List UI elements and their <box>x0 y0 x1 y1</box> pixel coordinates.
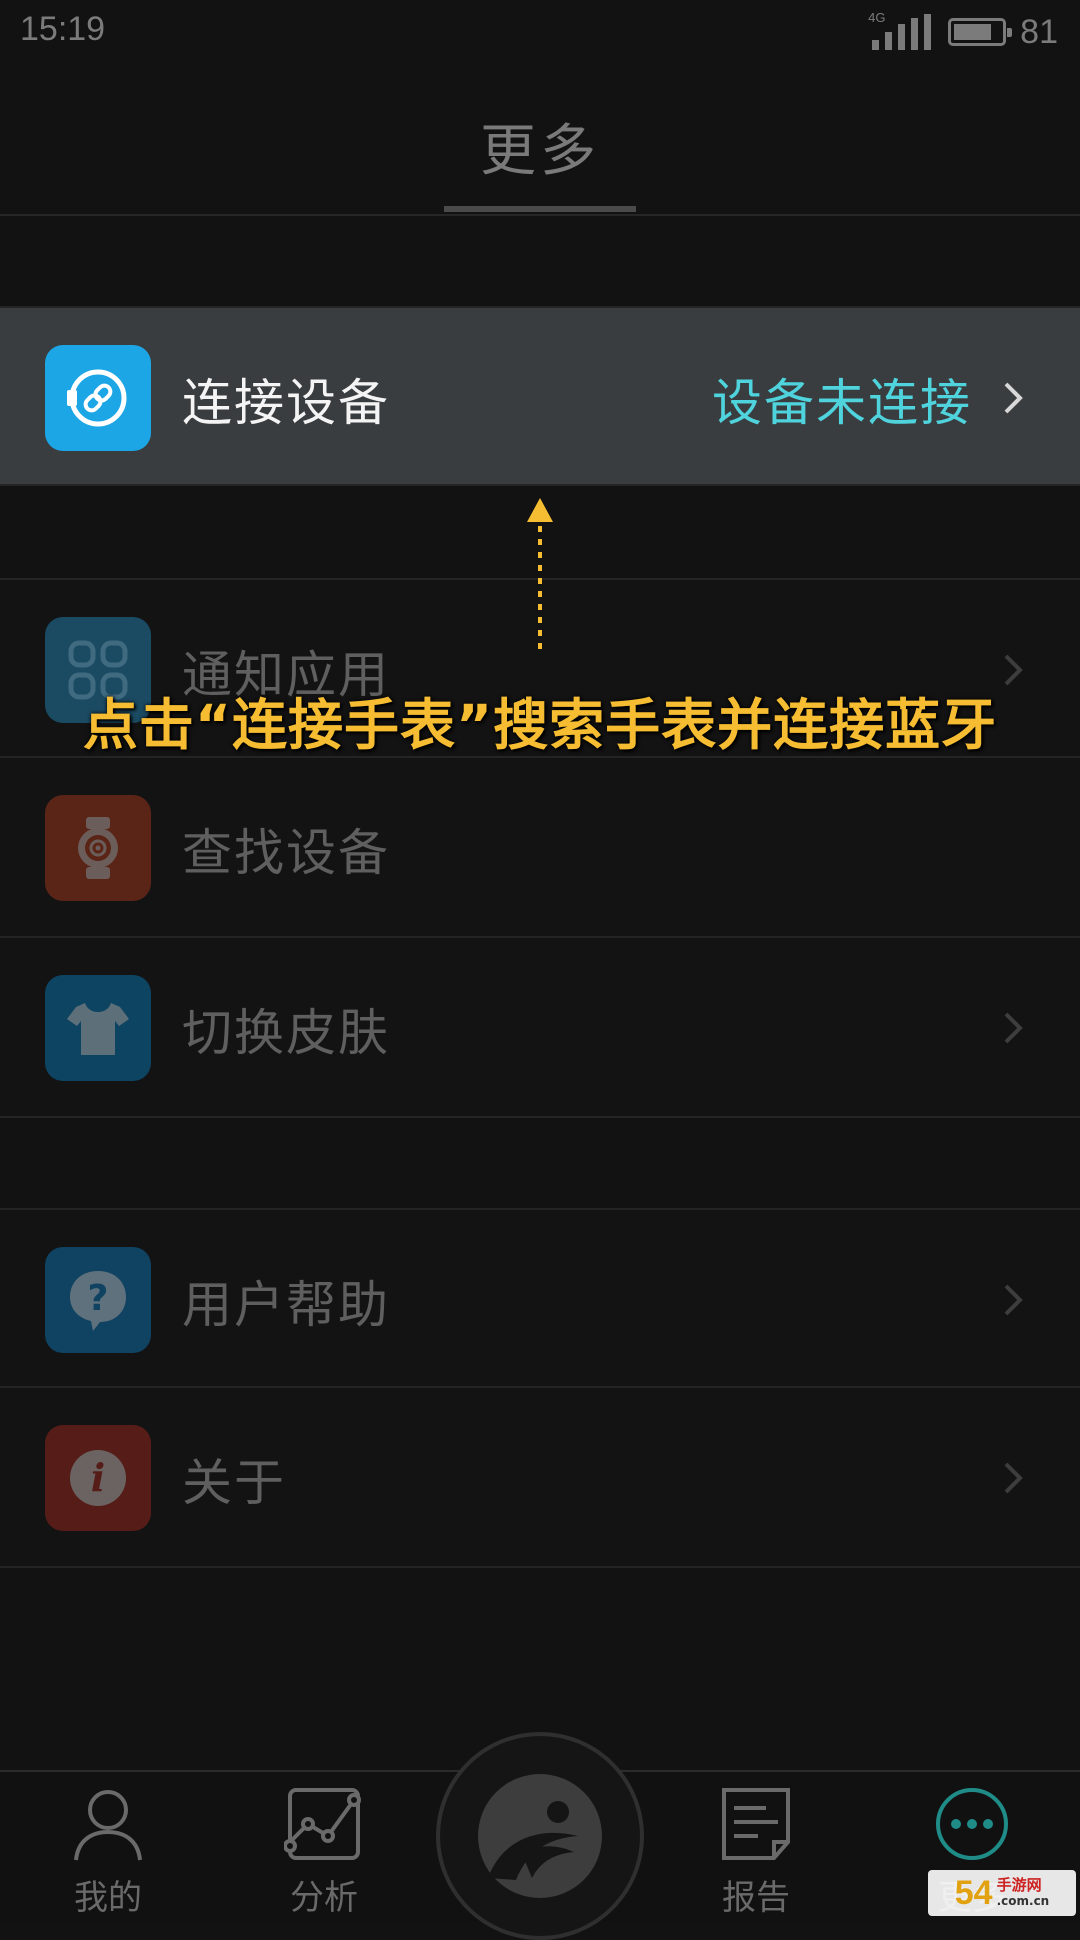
tab-indicator <box>444 206 636 212</box>
menu-item-find-device[interactable]: 查找设备 <box>0 758 1080 938</box>
menu-label: 用户帮助 <box>182 1276 390 1334</box>
chevron-right-icon <box>1000 376 1028 420</box>
watermark-brand: 54 <box>954 1873 993 1912</box>
page-title: 更多 <box>480 119 600 184</box>
menu-label: 切换皮肤 <box>182 1004 390 1062</box>
menu-label: 查找设备 <box>182 824 390 882</box>
info-icon: i <box>45 1425 151 1531</box>
signal-icon: 4G <box>868 10 934 52</box>
site-watermark-logo: 54 手游网 .com.cn <box>928 1870 1076 1916</box>
chevron-right-icon <box>1000 1278 1028 1322</box>
watermark-text: 手游网 <box>996 1876 1042 1894</box>
center-start-button[interactable] <box>436 1732 644 1940</box>
menu-label: 连接设备 <box>182 374 390 432</box>
page-header: 更多 <box>0 64 1080 216</box>
nav-label: 我的 <box>74 1878 142 1918</box>
person-icon <box>68 1784 148 1864</box>
status-time: 15:19 <box>20 10 106 48</box>
nav-tab-mine[interactable]: 我的 <box>28 1772 188 1922</box>
instruction-annotation: 点击“连接手表”搜索手表并连接蓝牙 <box>82 693 998 757</box>
chart-icon <box>283 1784 364 1864</box>
connection-status: 设备未连接 <box>712 374 972 432</box>
question-icon: ? <box>45 1247 151 1353</box>
svg-text:i: i <box>91 1455 105 1500</box>
tshirt-icon <box>45 975 151 1081</box>
arrow-up-icon <box>525 496 555 656</box>
battery-icon <box>948 18 1013 46</box>
status-bar: 15:19 4G 81 <box>0 0 1080 64</box>
svg-text:?: ? <box>88 1278 109 1319</box>
menu-item-user-help[interactable]: ? 用户帮助 <box>0 1208 1080 1388</box>
nav-tab-analysis[interactable]: 分析 <box>244 1772 404 1922</box>
watermark-domain: .com.cn <box>996 1894 1050 1908</box>
report-icon <box>716 1784 796 1864</box>
menu-label: 关于 <box>182 1454 286 1512</box>
watch-icon <box>45 795 151 901</box>
nav-label: 分析 <box>290 1878 358 1918</box>
more-icon <box>932 1784 1012 1864</box>
menu-item-switch-skin[interactable]: 切换皮肤 <box>0 938 1080 1118</box>
menu-item-about[interactable]: i 关于 <box>0 1388 1080 1568</box>
nav-label: 报告 <box>722 1878 790 1918</box>
watch-link-icon <box>45 345 151 451</box>
status-icons: 4G 81 <box>868 10 1058 52</box>
chevron-right-icon <box>1000 1456 1028 1500</box>
battery-percent: 81 <box>1020 12 1058 51</box>
network-type: 4G <box>868 10 886 25</box>
runner-logo-icon <box>478 1774 602 1898</box>
menu-item-connect-device[interactable]: 连接设备 设备未连接 <box>0 306 1080 486</box>
chevron-right-icon <box>1000 1006 1028 1050</box>
nav-tab-report[interactable]: 报告 <box>676 1772 836 1922</box>
